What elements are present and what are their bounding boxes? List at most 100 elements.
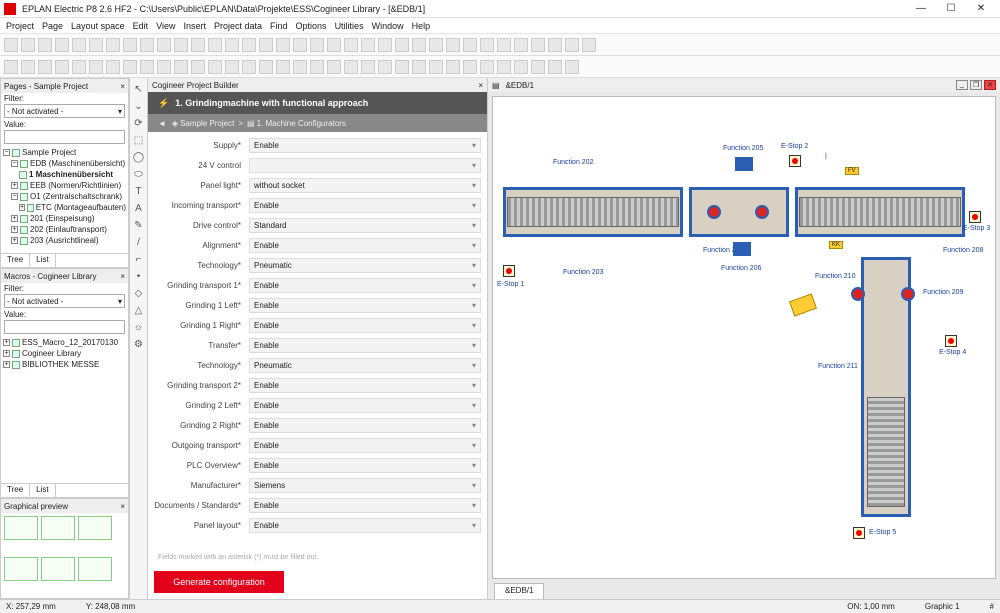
toolbar-icon[interactable]	[140, 60, 154, 74]
tool-icon[interactable]: ⬚	[133, 135, 145, 147]
toolbar-icon[interactable]	[565, 38, 579, 52]
menu-project-data[interactable]: Project data	[214, 21, 262, 31]
expand-icon[interactable]: −	[11, 193, 18, 200]
toolbar-icon[interactable]	[344, 60, 358, 74]
field-dropdown[interactable]: Standard▾	[249, 218, 481, 233]
toolbar-icon[interactable]	[378, 38, 392, 52]
toolbar-icon[interactable]	[242, 38, 256, 52]
close-icon[interactable]: ×	[120, 502, 125, 511]
toolbar-icon[interactable]	[395, 38, 409, 52]
tree-row[interactable]: +EEB (Normen/Richtlinien)	[3, 180, 126, 191]
menu-help[interactable]: Help	[412, 21, 431, 31]
tool-icon[interactable]: /	[133, 237, 145, 249]
field-dropdown[interactable]: Enable▾	[249, 278, 481, 293]
toolbar-icon[interactable]	[72, 60, 86, 74]
field-dropdown[interactable]: ▾	[249, 158, 481, 173]
tool-icon[interactable]: •	[133, 271, 145, 283]
toolbar-icon[interactable]	[327, 38, 341, 52]
toolbar-icon[interactable]	[242, 60, 256, 74]
crumb-home[interactable]: Sample Project	[180, 119, 234, 128]
macros-tree[interactable]: +ESS_Macro_12_20170130+Cogineer Library+…	[1, 335, 128, 483]
canvas-tab[interactable]: &EDB/1	[494, 583, 544, 599]
toolbar-icon[interactable]	[310, 38, 324, 52]
toolbar-icon[interactable]	[157, 60, 171, 74]
toolbar-icon[interactable]	[21, 60, 35, 74]
toolbar-icon[interactable]	[276, 38, 290, 52]
field-dropdown[interactable]: Siemens▾	[249, 478, 481, 493]
field-dropdown[interactable]: Enable▾	[249, 398, 481, 413]
toolbar-icon[interactable]	[174, 60, 188, 74]
mdi-restore-button[interactable]: ❐	[970, 80, 982, 90]
toolbar-icon[interactable]	[327, 60, 341, 74]
toolbar-icon[interactable]	[446, 60, 460, 74]
mdi-close-button[interactable]: ✕	[984, 80, 996, 90]
expand-icon[interactable]: +	[11, 226, 18, 233]
toolbar-icon[interactable]	[480, 38, 494, 52]
toolbar-icon[interactable]	[89, 60, 103, 74]
toolbar-icon[interactable]	[582, 38, 596, 52]
toolbar-icon[interactable]	[412, 38, 426, 52]
toolbar-icon[interactable]	[548, 60, 562, 74]
menu-utilities[interactable]: Utilities	[335, 21, 364, 31]
menu-window[interactable]: Window	[372, 21, 404, 31]
tool-icon[interactable]: ↖	[133, 84, 145, 96]
expand-icon[interactable]: +	[11, 237, 18, 244]
toolbar-icon[interactable]	[259, 60, 273, 74]
generate-configuration-button[interactable]: Generate configuration	[154, 571, 284, 593]
tab-tree[interactable]: Tree	[1, 484, 30, 497]
tree-row[interactable]: +201 (Einspeisung)	[3, 213, 126, 224]
toolbar-icon[interactable]	[565, 60, 579, 74]
menu-view[interactable]: View	[156, 21, 175, 31]
toolbar-icon[interactable]	[123, 38, 137, 52]
expand-icon[interactable]: −	[3, 149, 10, 156]
tool-icon[interactable]: ✎	[133, 220, 145, 232]
toolbar-icon[interactable]	[208, 60, 222, 74]
tree-row[interactable]: +BIBLIOTHEK MESSE	[3, 359, 126, 370]
menu-project[interactable]: Project	[6, 21, 34, 31]
field-dropdown[interactable]: Enable▾	[249, 458, 481, 473]
preview-thumb[interactable]	[41, 557, 75, 581]
expand-icon[interactable]: +	[3, 350, 10, 357]
field-dropdown[interactable]: Enable▾	[249, 138, 481, 153]
menu-edit[interactable]: Edit	[133, 21, 149, 31]
toolbar-icon[interactable]	[463, 60, 477, 74]
tree-row[interactable]: +Cogineer Library	[3, 348, 126, 359]
menu-insert[interactable]: Insert	[183, 21, 206, 31]
tree-row[interactable]: 1 Maschinenübersicht	[3, 169, 126, 180]
tree-row[interactable]: −EDB (Maschinenübersicht)	[3, 158, 126, 169]
tool-icon[interactable]: ⌄	[133, 101, 145, 113]
tool-icon[interactable]: A	[133, 203, 145, 215]
mdi-minimize-button[interactable]: _	[956, 80, 968, 90]
toolbar-icon[interactable]	[429, 60, 443, 74]
tree-row[interactable]: −O1 (Zentralschaltschrank)	[3, 191, 126, 202]
tool-icon[interactable]: △	[133, 305, 145, 317]
field-dropdown[interactable]: Enable▾	[249, 338, 481, 353]
toolbar-icon[interactable]	[531, 60, 545, 74]
expand-icon[interactable]: −	[11, 160, 18, 167]
field-dropdown[interactable]: Enable▾	[249, 238, 481, 253]
tab-list[interactable]: List	[30, 254, 55, 267]
expand-icon[interactable]: +	[3, 361, 10, 368]
tool-icon[interactable]: ⬭	[133, 169, 145, 181]
field-dropdown[interactable]: Enable▾	[249, 418, 481, 433]
toolbar-icon[interactable]	[191, 38, 205, 52]
toolbar-icon[interactable]	[55, 38, 69, 52]
toolbar-icon[interactable]	[174, 38, 188, 52]
pages-tree[interactable]: −Sample Project−EDB (Maschinenübersicht)…	[1, 145, 128, 253]
toolbar-icon[interactable]	[106, 60, 120, 74]
tab-list[interactable]: List	[30, 484, 55, 497]
preview-thumb[interactable]	[78, 557, 112, 581]
toolbar-icon[interactable]	[412, 60, 426, 74]
menu-find[interactable]: Find	[270, 21, 288, 31]
field-dropdown[interactable]: Enable▾	[249, 498, 481, 513]
field-dropdown[interactable]: Pneumatic▾	[249, 258, 481, 273]
tool-icon[interactable]: ⌐	[133, 254, 145, 266]
toolbar-icon[interactable]	[497, 60, 511, 74]
field-dropdown[interactable]: without socket▾	[249, 178, 481, 193]
toolbar-icon[interactable]	[89, 38, 103, 52]
toolbar-icon[interactable]	[361, 60, 375, 74]
tool-icon[interactable]: ◇	[133, 288, 145, 300]
expand-icon[interactable]: +	[11, 215, 18, 222]
preview-thumb[interactable]	[41, 516, 75, 540]
pages-value-input[interactable]	[4, 130, 125, 144]
